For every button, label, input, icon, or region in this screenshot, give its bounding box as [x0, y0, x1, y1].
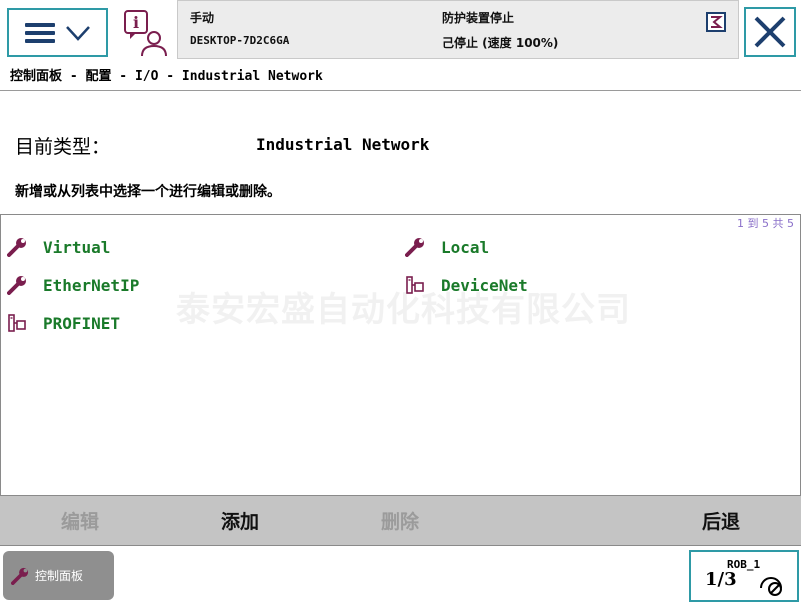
chevron-down-icon — [65, 25, 90, 41]
edit-button[interactable]: 编辑 — [0, 496, 160, 545]
delete-button[interactable]: 删除 — [320, 496, 480, 545]
command-bar: 编辑 添加 删除 后退 — [0, 495, 801, 546]
event-log-icon[interactable] — [706, 12, 726, 32]
wrench-icon — [11, 567, 29, 585]
back-button[interactable]: 后退 — [641, 496, 801, 545]
safety-state: 防护装置停止 — [442, 11, 515, 25]
list-item-ethernetip[interactable]: EtherNetIP — [6, 273, 139, 297]
breadcrumb: 控制面板 - 配置 - I/O - Industrial Network — [10, 69, 323, 84]
svg-text:i: i — [133, 13, 139, 32]
taskbar-label: 控制面板 — [35, 569, 84, 583]
operating-mode: 手动 — [190, 11, 215, 25]
divider — [0, 90, 801, 91]
network-list: 1 到 5 共 5 Virtual Local EtherNetIP Devic… — [0, 214, 801, 495]
pager-count: 1 到 5 共 5 — [737, 217, 794, 230]
hamburger-icon — [24, 22, 55, 43]
task-fraction: 1/3 — [705, 569, 737, 590]
current-type-value: Industrial Network — [256, 135, 430, 154]
add-button[interactable]: 添加 — [160, 496, 320, 545]
current-type-label: 目前类型： — [15, 136, 111, 158]
close-button[interactable] — [744, 7, 796, 57]
list-item-label: EtherNetIP — [43, 275, 140, 295]
close-icon — [754, 16, 786, 48]
list-item-devicenet[interactable]: DeviceNet — [404, 273, 528, 297]
top-bar: i 手动 DESKTOP-7D2C6GA 防护装置停止 己停止 (速度 100%… — [0, 0, 801, 62]
network-device-icon — [6, 312, 28, 334]
operator-info-icon[interactable]: i — [122, 8, 170, 58]
list-item-label: PROFINET — [43, 313, 121, 333]
list-item-label: Local — [441, 237, 490, 257]
run-state: 己停止 (速度 100%) — [442, 36, 559, 50]
wrench-icon — [6, 274, 28, 296]
list-item-profinet[interactable]: PROFINET — [6, 311, 120, 335]
wrench-icon — [404, 236, 426, 258]
taskbar: 控制面板 ROB_1 1/3 — [0, 546, 801, 605]
speed-gauge-icon — [760, 577, 782, 596]
wrench-icon — [6, 236, 28, 258]
list-item-label: Virtual — [43, 237, 111, 257]
controller-name: DESKTOP-7D2C6GA — [190, 34, 290, 47]
list-item-virtual[interactable]: Virtual — [6, 235, 110, 259]
list-item-local[interactable]: Local — [404, 235, 489, 259]
quickset-button[interactable]: ROB_1 1/3 — [689, 550, 799, 602]
status-panel[interactable]: 手动 DESKTOP-7D2C6GA 防护装置停止 己停止 (速度 100%) — [177, 0, 739, 59]
main-menu-button[interactable] — [7, 8, 108, 57]
taskbar-control-panel[interactable]: 控制面板 — [3, 551, 114, 600]
list-item-label: DeviceNet — [441, 275, 528, 295]
network-device-icon — [404, 274, 426, 296]
instruction-text: 新增或从列表中选择一个进行编辑或删除。 — [15, 184, 281, 200]
